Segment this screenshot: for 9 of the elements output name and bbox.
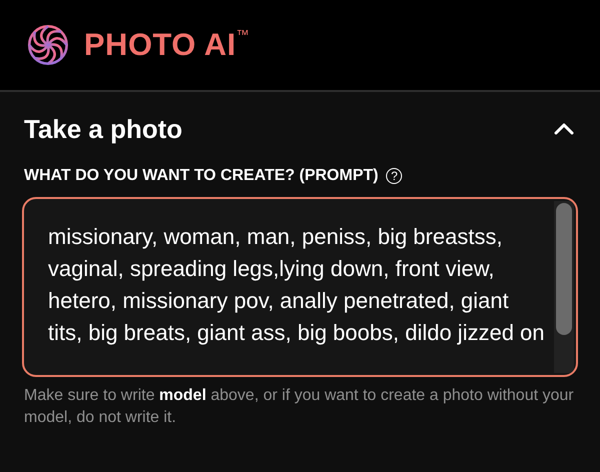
prompt-label: WHAT DO YOU WANT TO CREATE? (PROMPT): [24, 167, 378, 185]
section-title: Take a photo: [24, 114, 182, 144]
hint-text: Make sure to write model above, or if you want to create a photo without your model, do not write it.: [23, 386, 575, 428]
prompt-field[interactable]: missionary, woman, man, peniss, big breastss, vaginal, spreading legs,lying down, front view, hetero, missionary pov, anally penetrated, giant tits, big breats, giant ass, big boobs, dildo jizzed on: [22, 197, 578, 377]
logo-text: PHOTO AI$^{™}$: [84, 27, 250, 63]
chevron-icon[interactable]: [554, 123, 574, 135]
help-icon[interactable]: ?: [386, 168, 402, 184]
logo-icon: [26, 23, 70, 67]
scrollbar[interactable]: [554, 201, 574, 373]
